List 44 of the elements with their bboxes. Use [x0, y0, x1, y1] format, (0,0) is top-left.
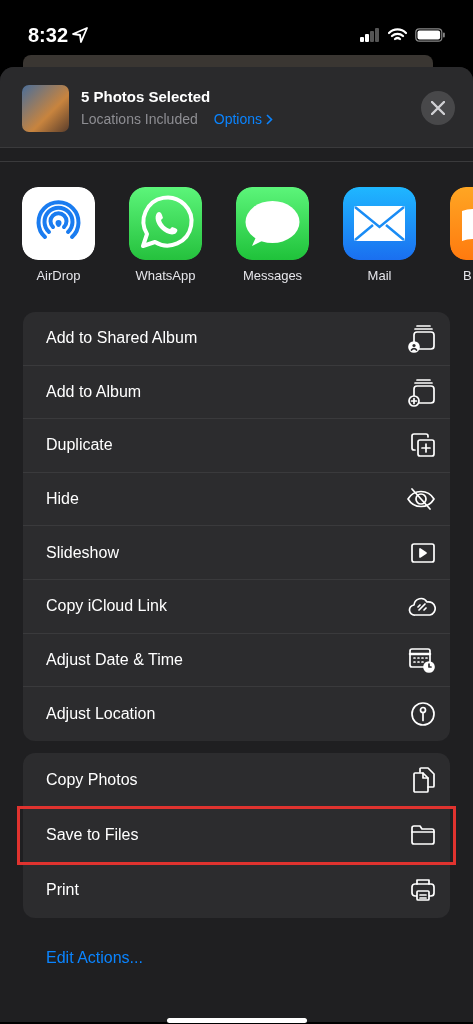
cloud-link-icon	[408, 595, 436, 618]
clock-time: 8:32	[28, 22, 69, 48]
app-label: B	[462, 267, 472, 285]
folder-icon	[410, 823, 436, 846]
action-row[interactable]: Duplicate	[23, 419, 450, 473]
edit-actions-link[interactable]: Edit Actions...	[46, 945, 143, 970]
share-title: 5 Photos Selected	[81, 87, 212, 108]
share-subtitle: Locations Included	[81, 109, 198, 129]
signal-icon	[360, 27, 380, 42]
app-label: Messages	[242, 267, 303, 285]
action-row[interactable]: Copy iCloud Link	[23, 579, 450, 634]
action-row[interactable]: Hide	[23, 472, 450, 527]
action-row[interactable]: Add to Shared Album	[23, 312, 450, 366]
chevron-icon	[266, 113, 273, 125]
album-icon	[408, 376, 436, 407]
action-row[interactable]: Copy Photos	[23, 752, 450, 808]
action-row[interactable]: Print	[23, 862, 450, 918]
calendar-icon	[408, 645, 436, 674]
close-icon	[431, 101, 445, 115]
app-label: Mail	[367, 267, 392, 285]
options-link[interactable]: Options	[213, 108, 273, 130]
app-label: WhatsApp	[135, 267, 196, 285]
app-label: AirDrop	[36, 267, 81, 285]
app-icon[interactable]	[343, 187, 416, 260]
location-arrow-icon	[72, 26, 89, 43]
location-icon	[410, 700, 436, 727]
print-icon	[410, 877, 436, 904]
shared-album-icon	[408, 323, 436, 354]
action-row[interactable]: Adjust Date & Time	[23, 633, 450, 688]
hide-icon	[406, 487, 436, 512]
slideshow-icon	[410, 541, 436, 564]
battery-icon	[415, 27, 445, 42]
copy-icon	[412, 765, 436, 794]
duplicate-icon	[410, 432, 436, 459]
close-button[interactable]	[421, 91, 455, 125]
app-icon[interactable]	[22, 187, 95, 260]
wifi-icon	[388, 27, 407, 42]
app-icon[interactable]	[129, 187, 202, 260]
action-row[interactable]: Add to Album	[23, 365, 450, 420]
photo-placeholder	[22, 84, 69, 132]
action-row[interactable]: Save to Files	[19, 807, 454, 863]
app-icon[interactable]	[236, 187, 309, 260]
action-row[interactable]: Slideshow	[23, 526, 450, 580]
action-row[interactable]: Adjust Location	[23, 687, 450, 741]
